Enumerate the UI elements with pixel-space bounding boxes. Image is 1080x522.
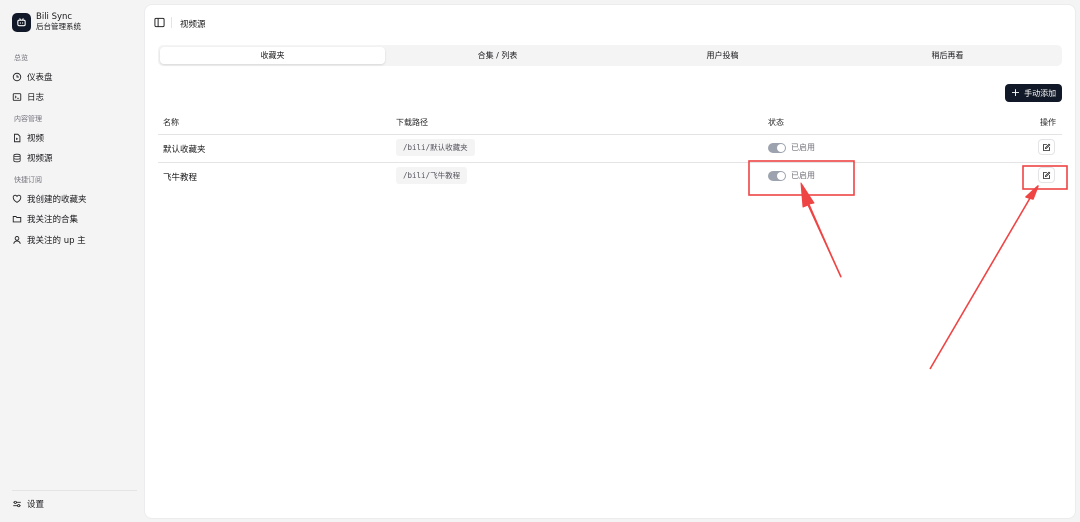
row-status: 已启用: [768, 142, 815, 153]
column-header-status: 状态: [768, 118, 784, 127]
group-label-overview: 总览: [14, 54, 28, 62]
sidebar: Bili Sync 后台管理系统 总览 仪表盘 日志 内容管理 视频 视频源 快…: [0, 0, 145, 522]
row-name: 默认收藏夹: [163, 145, 206, 155]
row-path: /bili/默认收藏夹: [396, 139, 475, 156]
sidebar-item-label: 我关注的 up 主: [27, 236, 86, 246]
column-header-path: 下载路径: [396, 118, 428, 127]
sidebar-item-label: 视频源: [27, 154, 53, 164]
column-header-name: 名称: [163, 118, 179, 127]
sidebar-item-logs[interactable]: 日志: [12, 89, 136, 105]
folder-icon: [12, 216, 22, 223]
tab-submissions[interactable]: 用户投稿: [610, 47, 835, 64]
row-path: /bili/飞牛教程: [396, 167, 468, 184]
table-header-divider: [158, 134, 1062, 135]
user-icon: [13, 236, 21, 244]
sidebar-item-label: 仪表盘: [27, 73, 53, 83]
terminal-icon: [12, 93, 22, 101]
tab-favorites[interactable]: 收藏夹: [160, 47, 385, 64]
sidebar-item-label: 视频: [27, 134, 45, 144]
edit-icon: [1043, 171, 1051, 179]
brand-name: Bili Sync: [36, 12, 73, 22]
sidebar-item-videos[interactable]: 视频: [12, 130, 136, 146]
brand-logo-icon: [12, 12, 31, 32]
tab-collections[interactable]: 合集 / 列表: [385, 47, 610, 64]
brand-subtitle: 后台管理系统: [36, 22, 81, 31]
sidebar-item-followed-uploaders[interactable]: 我关注的 up 主: [12, 232, 136, 248]
sidebar-item-label: 设置: [27, 500, 45, 510]
sidebar-item-video-sources[interactable]: 视频源: [12, 150, 136, 166]
brand[interactable]: Bili Sync 后台管理系统: [12, 12, 81, 32]
tab-watch-later[interactable]: 稍后再看: [835, 47, 1060, 64]
file-video-icon: [14, 133, 21, 143]
group-label-subscriptions: 快捷订阅: [14, 176, 42, 184]
edit-button[interactable]: [1038, 167, 1055, 183]
page-title: 视频源: [180, 20, 206, 30]
heart-icon: [12, 194, 22, 203]
topbar: 视频源: [145, 5, 1075, 41]
enable-toggle[interactable]: [768, 142, 786, 153]
edit-icon: [1043, 143, 1051, 151]
clock-icon: [12, 72, 22, 82]
sidebar-item-label: 我关注的合集: [27, 215, 79, 225]
sidebar-toggle-icon[interactable]: [154, 17, 165, 28]
add-source-label: 手动添加: [1024, 88, 1057, 98]
source-type-tabs: 收藏夹 合集 / 列表 用户投稿 稍后再看: [158, 45, 1062, 66]
sidebar-item-dashboard[interactable]: 仪表盘: [12, 69, 136, 85]
sidebar-item-label: 日志: [27, 93, 45, 103]
column-header-actions: 操作: [1040, 118, 1056, 127]
settings-sliders-icon: [13, 500, 21, 508]
table-row-divider: [158, 162, 1062, 163]
sidebar-item-settings[interactable]: 设置: [12, 496, 136, 512]
plus-icon: +: [1010, 86, 1021, 99]
sidebar-divider: [12, 490, 137, 491]
status-label: 已启用: [791, 143, 815, 152]
add-source-button[interactable]: + 手动添加: [1005, 84, 1062, 102]
sidebar-item-my-favorites[interactable]: 我创建的收藏夹: [12, 191, 136, 207]
sidebar-item-label: 我创建的收藏夹: [27, 195, 87, 205]
row-name: 飞牛教程: [163, 173, 198, 183]
group-label-content: 内容管理: [14, 115, 42, 123]
topbar-separator: [171, 17, 172, 28]
status-label: 已启用: [791, 171, 815, 180]
sidebar-item-followed-collections[interactable]: 我关注的合集: [12, 211, 136, 227]
enable-toggle[interactable]: [768, 170, 786, 181]
database-icon: [13, 153, 21, 163]
row-status: 已启用: [768, 170, 815, 181]
edit-button[interactable]: [1038, 139, 1055, 155]
main-panel: 视频源 收藏夹 合集 / 列表 用户投稿 稍后再看 + 手动添加 名称 下载路径…: [145, 5, 1075, 518]
